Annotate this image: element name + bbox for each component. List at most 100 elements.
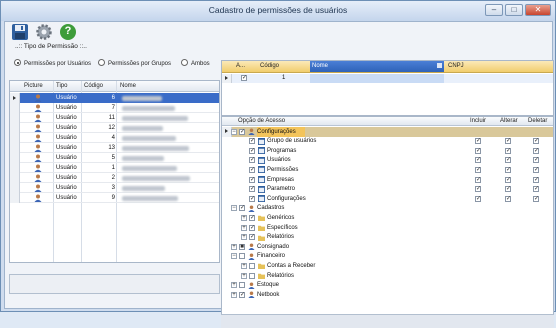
alterar-checkbox[interactable]: ✓ xyxy=(505,186,511,193)
alterar-checkbox[interactable]: ✓ xyxy=(505,147,511,154)
alterar-checkbox[interactable]: ✓ xyxy=(505,176,511,183)
alterar-checkbox[interactable]: ✓ xyxy=(505,195,511,202)
tree-node[interactable]: ✓ Grupo de usuários ✓ ✓ ✓ xyxy=(222,137,553,147)
tree-node[interactable]: + Relatórios xyxy=(222,271,553,281)
table-row[interactable]: Usuário 13 xyxy=(10,143,219,153)
help-button[interactable]: ? xyxy=(59,23,77,41)
expand-toggle[interactable]: − xyxy=(231,205,237,212)
empresas-grid[interactable]: A... Código Nome CNPJ ✓ 1 xyxy=(221,60,554,116)
expand-toggle[interactable]: + xyxy=(231,282,237,289)
tree-node[interactable]: ✓ Usuários ✓ ✓ ✓ xyxy=(222,156,553,166)
col-tipo[interactable]: Tipo xyxy=(56,83,67,89)
col-incluir[interactable]: Incluir xyxy=(470,118,486,124)
col-nome-selected[interactable]: Nome xyxy=(310,61,444,72)
alterar-checkbox[interactable]: ✓ xyxy=(505,166,511,173)
node-checkbox[interactable] xyxy=(239,282,245,289)
incluir-checkbox[interactable]: ✓ xyxy=(475,147,481,154)
incluir-checkbox[interactable]: ✓ xyxy=(475,186,481,193)
table-row[interactable]: Usuário 5 xyxy=(10,153,219,163)
col-deletar[interactable]: Deletar xyxy=(528,118,547,124)
col-picture[interactable]: Picture xyxy=(24,83,43,89)
incluir-checkbox[interactable]: ✓ xyxy=(475,157,481,164)
deletar-checkbox[interactable]: ✓ xyxy=(533,147,539,154)
col-codigo[interactable]: Código xyxy=(260,63,279,69)
col-cnpj[interactable]: CNPJ xyxy=(448,63,464,69)
tree-node[interactable]: ✓ Empresas ✓ ✓ ✓ xyxy=(222,175,553,185)
deletar-checkbox[interactable]: ✓ xyxy=(533,176,539,183)
alterar-checkbox[interactable]: ✓ xyxy=(505,138,511,145)
expand-toggle[interactable]: + xyxy=(231,291,237,298)
tree-node[interactable]: − Financeiro xyxy=(222,252,553,262)
deletar-checkbox[interactable]: ✓ xyxy=(533,195,539,202)
deletar-checkbox[interactable]: ✓ xyxy=(533,186,539,193)
expand-toggle[interactable]: − xyxy=(231,253,237,260)
col-ativo[interactable]: A... xyxy=(236,63,245,69)
radio-permissoes-grupos[interactable]: Permissões por Grupos xyxy=(98,59,171,67)
tree-node[interactable]: + ■ Consignado xyxy=(222,242,553,252)
expand-toggle[interactable]: + xyxy=(231,243,237,250)
save-button[interactable] xyxy=(11,23,29,41)
node-checkbox[interactable] xyxy=(249,272,255,279)
deletar-checkbox[interactable]: ✓ xyxy=(533,138,539,145)
table-row[interactable]: Usuário 7 xyxy=(10,103,219,113)
expand-toggle[interactable]: + xyxy=(241,224,247,231)
node-checkbox[interactable]: ✓ xyxy=(249,214,255,221)
table-row[interactable]: Usuário 12 xyxy=(10,123,219,133)
minimize-button[interactable]: – xyxy=(485,4,503,16)
tree-node[interactable]: ✓ Configurações ✓ ✓ ✓ xyxy=(222,194,553,204)
table-row[interactable]: Usuário 4 xyxy=(10,133,219,143)
node-checkbox[interactable]: ✓ xyxy=(249,195,255,202)
col-codigo[interactable]: Código xyxy=(84,83,103,89)
empresa-row[interactable]: ✓ 1 xyxy=(222,74,553,83)
deletar-checkbox[interactable]: ✓ xyxy=(533,157,539,164)
node-checkbox[interactable]: ✓ xyxy=(249,234,255,241)
permissoes-tree[interactable]: Opção de Acesso Incluir Alterar Deletar … xyxy=(221,116,554,316)
radio-ambos[interactable]: Ambos xyxy=(181,59,210,67)
tree-node[interactable]: − ✓ Configurações xyxy=(222,127,553,137)
expand-toggle[interactable]: + xyxy=(241,234,247,241)
maximize-button[interactable]: □ xyxy=(505,4,523,16)
table-row[interactable]: Usuário 11 xyxy=(10,113,219,123)
node-checkbox[interactable]: ✓ xyxy=(239,128,245,135)
node-checkbox[interactable]: ✓ xyxy=(249,166,255,173)
alterar-checkbox[interactable]: ✓ xyxy=(505,157,511,164)
close-button[interactable]: ✕ xyxy=(525,4,551,16)
node-checkbox[interactable]: ✓ xyxy=(249,224,255,231)
node-checkbox[interactable]: ✓ xyxy=(249,157,255,164)
col-opcao-acesso[interactable]: Opção de Acesso xyxy=(238,118,285,124)
expand-toggle[interactable]: + xyxy=(241,214,247,221)
radio-permissoes-usuarios[interactable]: Permissões por Usuários xyxy=(14,59,91,67)
incluir-checkbox[interactable]: ✓ xyxy=(475,138,481,145)
settings-button[interactable] xyxy=(35,23,53,41)
table-row[interactable]: Usuário 3 xyxy=(10,183,219,193)
incluir-checkbox[interactable]: ✓ xyxy=(475,195,481,202)
node-checkbox[interactable]: ✓ xyxy=(249,138,255,145)
node-checkbox[interactable]: ✓ xyxy=(239,291,245,298)
node-checkbox[interactable] xyxy=(239,253,245,260)
table-row[interactable]: Usuário 6 xyxy=(10,93,219,103)
node-checkbox[interactable]: ■ xyxy=(239,243,245,250)
tree-node[interactable]: + ✓ Genéricos xyxy=(222,213,553,223)
node-checkbox[interactable]: ✓ xyxy=(249,186,255,193)
users-grid[interactable]: Picture Tipo Código Nome Usuário 6 Usuário… xyxy=(9,80,220,263)
expand-toggle[interactable]: + xyxy=(241,272,247,279)
deletar-checkbox[interactable]: ✓ xyxy=(533,166,539,173)
node-checkbox[interactable]: ✓ xyxy=(239,205,245,212)
table-row[interactable]: Usuário 9 xyxy=(10,193,219,203)
table-row[interactable]: Usuário 1 xyxy=(10,163,219,173)
table-row[interactable]: Usuário 2 xyxy=(10,173,219,183)
incluir-checkbox[interactable]: ✓ xyxy=(475,166,481,173)
node-checkbox[interactable]: ✓ xyxy=(249,176,255,183)
incluir-checkbox[interactable]: ✓ xyxy=(475,176,481,183)
tree-node[interactable]: ✓ Parametro ✓ ✓ ✓ xyxy=(222,185,553,195)
node-checkbox[interactable]: ✓ xyxy=(249,147,255,154)
tree-node[interactable]: − ✓ Cadastros xyxy=(222,204,553,214)
tree-node[interactable]: + ✓ Relatórios xyxy=(222,233,553,243)
tree-node[interactable]: ✓ Permissões ✓ ✓ ✓ xyxy=(222,165,553,175)
empresa-ativo-checkbox[interactable]: ✓ xyxy=(241,75,247,81)
expand-toggle[interactable]: + xyxy=(241,262,247,269)
col-alterar[interactable]: Alterar xyxy=(500,118,518,124)
expand-toggle[interactable]: − xyxy=(231,128,237,135)
node-checkbox[interactable] xyxy=(249,262,255,269)
tree-node[interactable]: + ✓ Netbook xyxy=(222,290,553,300)
